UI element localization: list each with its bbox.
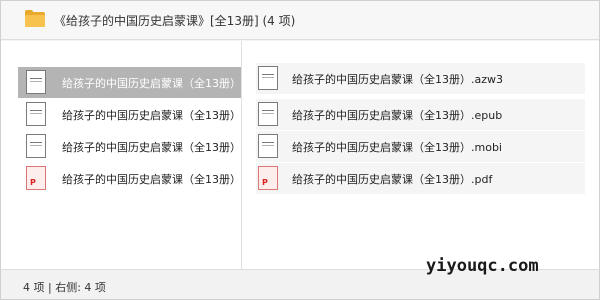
left-file-item-azw3[interactable]: 给孩子的中国历史启蒙课（全13册）.azw3: [18, 67, 241, 98]
document-icon: [26, 70, 46, 94]
folder-icon: [25, 10, 45, 28]
right-file-pane: 给孩子的中国历史启蒙课（全13册）.azw3 给孩子的中国历史启蒙课（全13册）…: [241, 41, 599, 269]
right-file-item-epub[interactable]: 给孩子的中国历史启蒙课（全13册）.epub: [256, 99, 585, 130]
right-file-item-azw3[interactable]: 给孩子的中国历史启蒙课（全13册）.azw3: [256, 63, 585, 94]
pdf-icon: P: [26, 166, 46, 190]
document-icon: [258, 66, 278, 90]
file-name: 给孩子的中国历史启蒙课（全13册）.epub: [292, 109, 503, 122]
window-title: 《给孩子的中国历史启蒙课》[全13册] (4 项): [54, 14, 296, 28]
file-name: 给孩子的中国历史启蒙课（全13册）.pdf: [292, 173, 493, 186]
left-file-item-pdf[interactable]: P 给孩子的中国历史启蒙课（全13册）.pdf: [18, 163, 241, 194]
status-text: 4 项 | 右侧: 4 项: [23, 281, 106, 294]
left-file-pane: 给孩子的中国历史启蒙课（全13册）.azw3 给孩子的中国历史启蒙课（全13册）…: [1, 41, 241, 269]
file-name: 给孩子的中国历史启蒙课（全13册）.mobi: [62, 141, 241, 154]
file-name: 给孩子的中国历史启蒙课（全13册）.azw3: [62, 77, 241, 90]
document-icon: [258, 134, 278, 158]
file-name: 给孩子的中国历史启蒙课（全13册）.pdf: [62, 173, 241, 186]
file-name: 给孩子的中国历史启蒙课（全13册）.epub: [62, 109, 241, 122]
title-bar: 《给孩子的中国历史启蒙课》[全13册] (4 项): [1, 1, 599, 40]
watermark: yiyouqc.com: [426, 256, 539, 276]
file-name: 给孩子的中国历史启蒙课（全13册）.azw3: [292, 73, 504, 86]
right-file-item-pdf[interactable]: P 给孩子的中国历史启蒙课（全13册）.pdf: [256, 163, 585, 194]
document-icon: [258, 102, 278, 126]
left-file-item-epub[interactable]: 给孩子的中国历史启蒙课（全13册）.epub: [18, 99, 241, 130]
file-list-window: 《给孩子的中国历史启蒙课》[全13册] (4 项) 给孩子的中国历史启蒙课（全1…: [0, 0, 600, 300]
file-name: 给孩子的中国历史启蒙课（全13册）.mobi: [292, 141, 502, 154]
right-file-item-mobi[interactable]: 给孩子的中国历史启蒙课（全13册）.mobi: [256, 131, 585, 162]
document-icon: [26, 134, 46, 158]
pdf-icon: P: [258, 166, 278, 190]
left-file-item-mobi[interactable]: 给孩子的中国历史启蒙课（全13册）.mobi: [18, 131, 241, 162]
document-icon: [26, 102, 46, 126]
